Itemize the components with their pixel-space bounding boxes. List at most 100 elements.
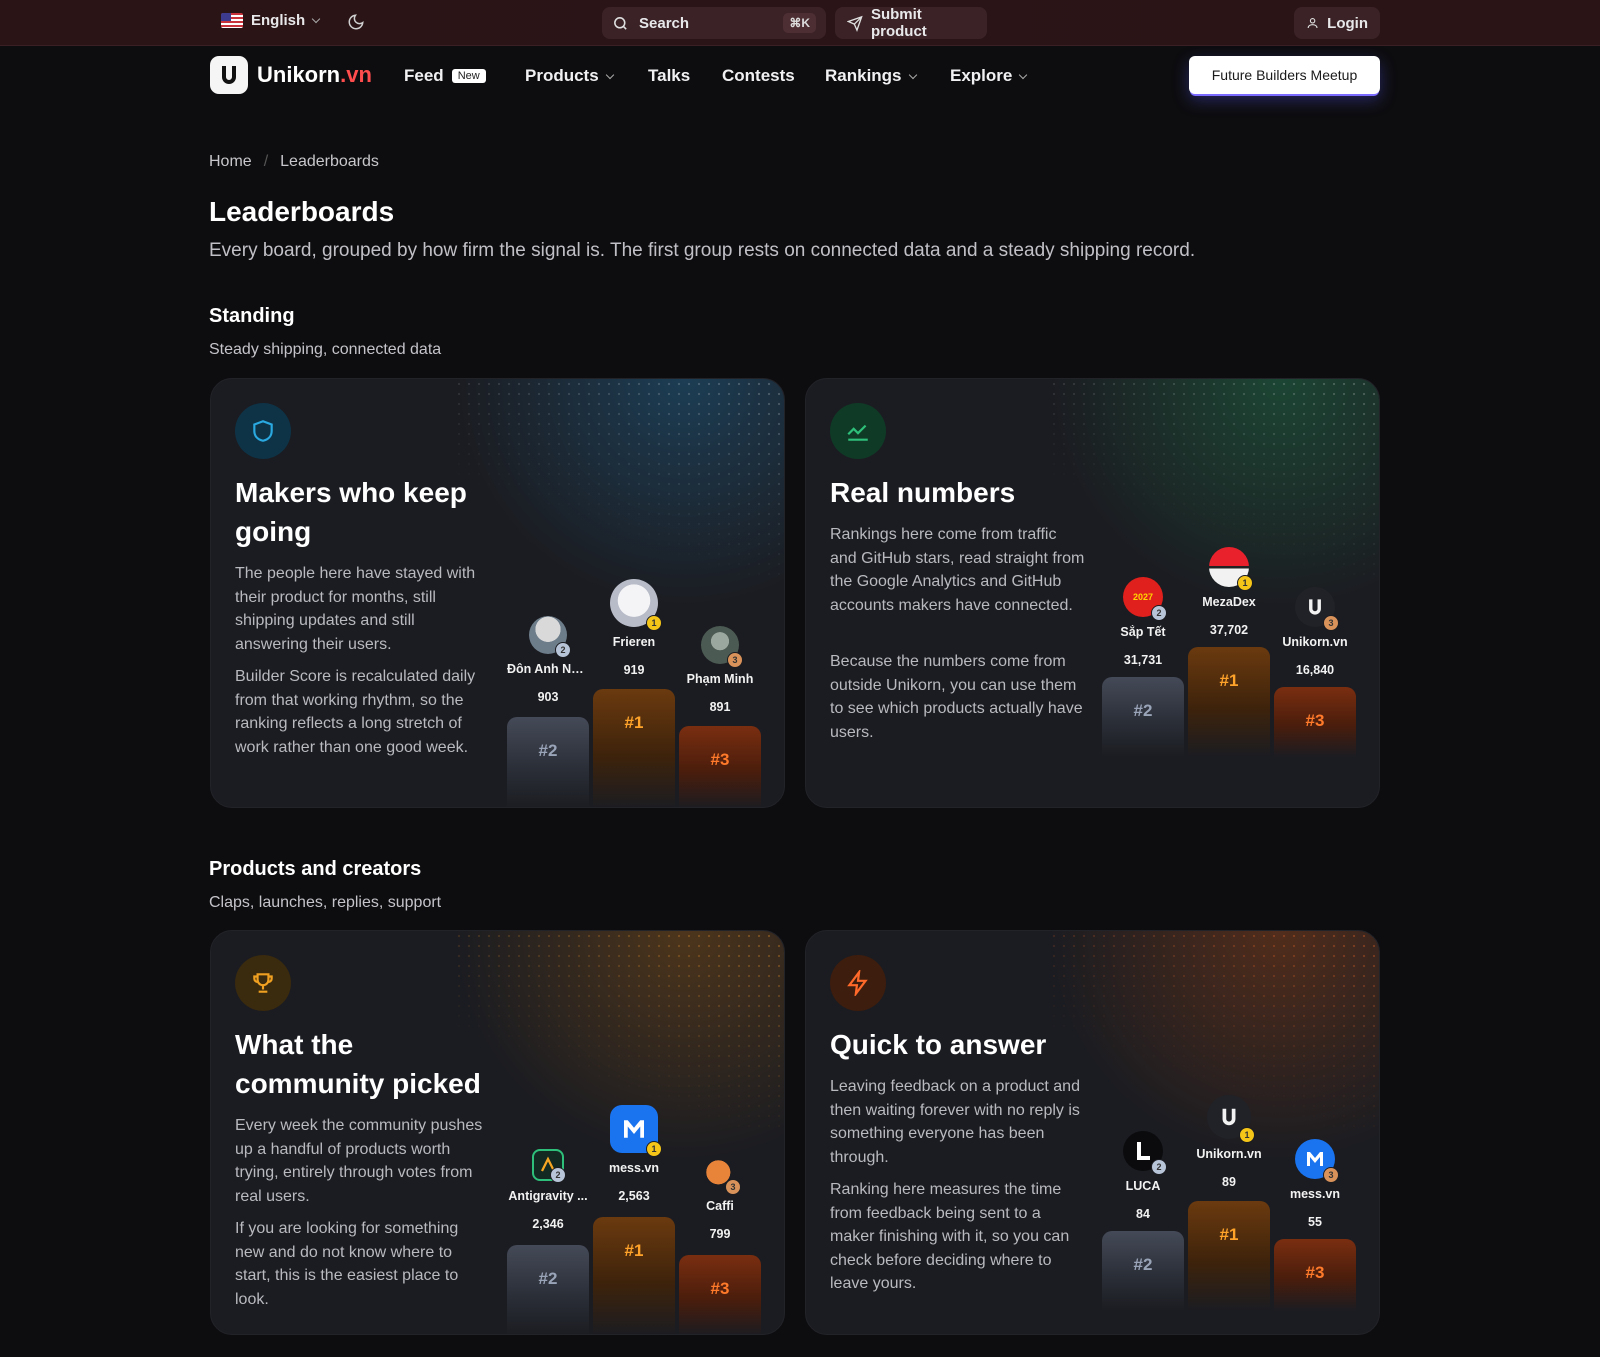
nav-rankings[interactable]: Rankings [825, 66, 917, 86]
card-paragraph: If you are looking for something new and… [235, 1220, 459, 1308]
podium-entry-first[interactable]: 1 MezaDex 37,702 [1188, 547, 1270, 637]
us-flag-icon [221, 13, 243, 28]
card-paragraph: Builder Score is recalculated daily from… [235, 668, 476, 756]
entry-name: Sắp Tết [1120, 625, 1166, 639]
silver-medal-icon: 2 [1151, 605, 1167, 621]
leaderboard-card-quick-to-answer[interactable]: Quick to answer Leaving feedback on a pr… [805, 930, 1380, 1335]
page-title: Leaderboards [209, 196, 395, 227]
moon-icon[interactable] [347, 13, 365, 31]
nav-explore[interactable]: Explore [950, 66, 1028, 86]
nav-feed[interactable]: Feed New [404, 66, 486, 86]
podium: 2027 2 Sắp Tết 31,731 #2 1 MezaDex 37,70… [1102, 379, 1357, 807]
entry-name: Frieren [612, 635, 656, 649]
podium: 2 Antigravity ... 2,346 #2 1 mess.vn 2,5… [507, 931, 762, 1334]
avatar: 3 [703, 1157, 741, 1195]
breadcrumb: Home / Leaderboards [209, 153, 379, 171]
trophy-icon [235, 955, 291, 1011]
leaderboard-card-community-picked[interactable]: What the community picked Every week the… [210, 930, 785, 1335]
avatar: 3 [1295, 587, 1339, 631]
podium-block-second: #2 [1102, 1231, 1184, 1311]
podium-entry-first[interactable]: 1 mess.vn 2,563 [593, 1105, 675, 1203]
search-button[interactable]: Search ⌘K [602, 7, 826, 39]
nav-products[interactable]: Products [525, 66, 614, 86]
avatar: 2 [1123, 1131, 1167, 1175]
entry-score: 16,840 [1295, 663, 1335, 677]
login-label: Login [1327, 14, 1368, 32]
gold-medal-icon: 1 [1237, 575, 1253, 591]
entry-score: 799 [709, 1227, 731, 1241]
entry-name: Đôn Anh Ng... [507, 662, 589, 676]
bronze-medal-icon: 3 [1323, 1167, 1339, 1183]
card-paragraph: The people here have stayed with their p… [235, 565, 476, 653]
podium-entry-first[interactable]: 1 Frieren 919 [593, 579, 675, 677]
main-nav: Unikorn.vn Feed New Products Talks Conte… [0, 46, 1600, 106]
leaderboard-card-real-numbers[interactable]: Real numbers Rankings here come from tra… [805, 378, 1380, 808]
send-icon [847, 15, 863, 32]
avatar: 1 [610, 1105, 662, 1157]
nav-products-label: Products [525, 66, 599, 85]
entry-score: 84 [1136, 1207, 1150, 1221]
podium-entry-second[interactable]: 2027 2 Sắp Tết 31,731 [1102, 577, 1184, 667]
entry-score: 903 [537, 690, 559, 704]
card-title: Quick to answer [830, 1029, 1047, 1060]
breadcrumb-separator: / [263, 153, 269, 170]
entry-name: mess.vn [1289, 1187, 1341, 1201]
avatar: 2 [529, 616, 571, 658]
submit-product-button[interactable]: Submit product [835, 6, 987, 40]
avatar: 1 [1207, 1095, 1255, 1143]
entry-score: 891 [709, 700, 731, 714]
entry-name: Unikorn.vn [1196, 1147, 1262, 1161]
nav-talks[interactable]: Talks [648, 66, 690, 86]
logo-wordmark[interactable]: Unikorn.vn [257, 62, 372, 88]
entry-score: 2,563 [618, 1189, 650, 1203]
card-paragraph: Ranking here measures the time from feed… [830, 1181, 1070, 1292]
entry-name: Unikorn.vn [1282, 635, 1348, 649]
silver-medal-icon: 2 [1151, 1159, 1167, 1175]
podium-entry-second[interactable]: 2 Antigravity ... 2,346 [507, 1149, 589, 1231]
chevron-down-icon [908, 70, 917, 79]
section-subtitle: Claps, launches, replies, support [209, 894, 442, 911]
nav-explore-label: Explore [950, 66, 1013, 85]
entry-score: 2,346 [532, 1217, 564, 1231]
breadcrumb-current: Leaderboards [280, 153, 379, 170]
card-paragraph: Because the numbers come from outside Un… [830, 653, 1083, 741]
nav-contests[interactable]: Contests [722, 66, 795, 86]
language-selector[interactable]: English [221, 12, 321, 29]
unikorn-logo-icon [1222, 1108, 1236, 1126]
podium-block-first: #1 [1188, 647, 1270, 757]
podium-block-second: #2 [1102, 677, 1184, 757]
future-builders-meetup-button[interactable]: Future Builders Meetup [1189, 56, 1380, 94]
gold-medal-icon: 1 [646, 1141, 662, 1157]
card-paragraph: Leaving feedback on a product and then w… [830, 1078, 1080, 1166]
podium-entry-second[interactable]: 2 LUCA 84 [1102, 1131, 1184, 1221]
nav-contests-label: Contests [722, 66, 795, 85]
gold-medal-icon: 1 [1239, 1127, 1255, 1143]
unikorn-logo-icon[interactable] [210, 56, 248, 94]
podium-entry-third[interactable]: 3 Caffi 799 [679, 1157, 761, 1241]
entry-name: Phạm Minh [686, 672, 754, 686]
search-shortcut: ⌘K [783, 13, 816, 33]
user-icon [1307, 18, 1318, 29]
login-button[interactable]: Login [1294, 7, 1380, 39]
bronze-medal-icon: 3 [1323, 615, 1339, 631]
leaderboard-card-makers[interactable]: Makers who keep going The people here ha… [210, 378, 785, 808]
podium-block-third: #3 [679, 1255, 761, 1334]
card-paragraph: Rankings here come from traffic and GitH… [830, 526, 1085, 614]
chevron-down-icon [311, 14, 321, 24]
podium-entry-second[interactable]: 2 Đôn Anh Ng... 903 [507, 616, 589, 704]
podium-block-first: #1 [593, 1217, 675, 1334]
podium-entry-third[interactable]: 3 Unikorn.vn 16,840 [1274, 587, 1356, 677]
avatar: 3 [701, 626, 743, 668]
mess-vn-logo-icon [1307, 1152, 1323, 1166]
breadcrumb-home[interactable]: Home [209, 153, 252, 171]
podium-entry-third[interactable]: 3 Phạm Minh 891 [679, 626, 761, 714]
mess-vn-logo-icon [624, 1120, 644, 1138]
podium-entry-third[interactable]: 3 mess.vn 55 [1274, 1139, 1356, 1229]
card-title: What the community picked [235, 1029, 481, 1099]
entry-name: LUCA [1125, 1179, 1161, 1193]
nav-feed-label: Feed [404, 66, 444, 85]
chevron-down-icon [605, 70, 614, 79]
podium-block-second: #2 [507, 1245, 589, 1334]
podium-block-first: #1 [1188, 1201, 1270, 1311]
podium-entry-first[interactable]: 1 Unikorn.vn 89 [1188, 1095, 1270, 1189]
